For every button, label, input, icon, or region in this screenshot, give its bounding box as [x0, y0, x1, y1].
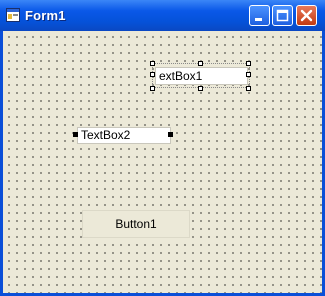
title-bar[interactable]: Form1	[0, 0, 325, 31]
resize-handle-bottom-right[interactable]	[246, 86, 251, 91]
resize-handle-right[interactable]	[246, 72, 251, 77]
maximize-icon	[276, 9, 289, 22]
form-design-surface[interactable]: extBox1 TextBox2 Button1	[3, 31, 322, 293]
close-icon	[300, 9, 313, 22]
form-designer-window: Form1 extBox1 TextBox2 Button1	[0, 0, 325, 296]
resize-handle-right[interactable]	[168, 132, 173, 137]
resize-handle-top-left[interactable]	[150, 61, 155, 66]
resize-handle-bottom-left[interactable]	[150, 86, 155, 91]
maximize-button[interactable]	[272, 5, 293, 26]
close-button[interactable]	[296, 5, 317, 26]
minimize-button[interactable]	[249, 5, 270, 26]
resize-handle-top[interactable]	[198, 61, 203, 66]
resize-handle-top-right[interactable]	[246, 61, 251, 66]
resize-handle-left[interactable]	[150, 72, 155, 77]
form-icon	[6, 8, 20, 22]
resize-handle-bottom[interactable]	[198, 86, 203, 91]
textbox1[interactable]: extBox1	[155, 67, 248, 85]
button1[interactable]: Button1	[82, 210, 190, 238]
minimize-icon	[255, 18, 262, 21]
resize-handle-left[interactable]	[73, 132, 78, 137]
window-title: Form1	[25, 8, 66, 23]
textbox2[interactable]: TextBox2	[77, 127, 171, 144]
